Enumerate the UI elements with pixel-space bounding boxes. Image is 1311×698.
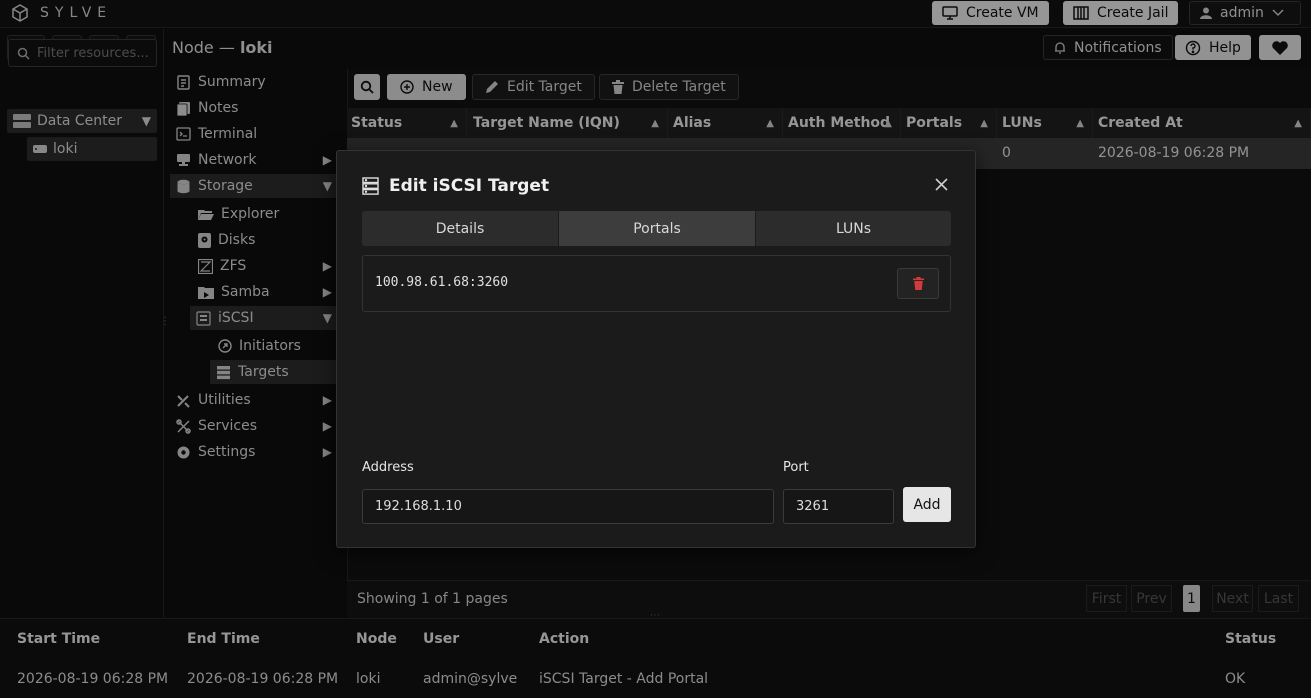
delete-portal-button[interactable] <box>897 268 939 299</box>
port-label: Port <box>783 460 809 475</box>
server-icon <box>362 177 379 195</box>
address-input[interactable] <box>362 489 774 524</box>
edit-target-modal: Edit iSCSI Target Details Portals LUNs 1… <box>336 150 976 548</box>
modal-header: Edit iSCSI Target <box>362 176 549 196</box>
address-label: Address <box>362 460 414 475</box>
add-portal-button[interactable]: Add <box>903 487 951 522</box>
portal-list-item: 100.98.61.68:3260 <box>362 255 951 312</box>
port-input[interactable] <box>783 489 894 524</box>
tab-luns[interactable]: LUNs <box>756 211 951 246</box>
portal-address: 100.98.61.68:3260 <box>375 275 509 290</box>
close-icon <box>934 177 948 191</box>
trash-icon <box>912 277 924 290</box>
modal-close-button[interactable] <box>932 175 950 193</box>
tab-portals[interactable]: Portals <box>559 211 755 246</box>
modal-title: Edit iSCSI Target <box>389 176 550 196</box>
tab-details[interactable]: Details <box>362 211 558 246</box>
